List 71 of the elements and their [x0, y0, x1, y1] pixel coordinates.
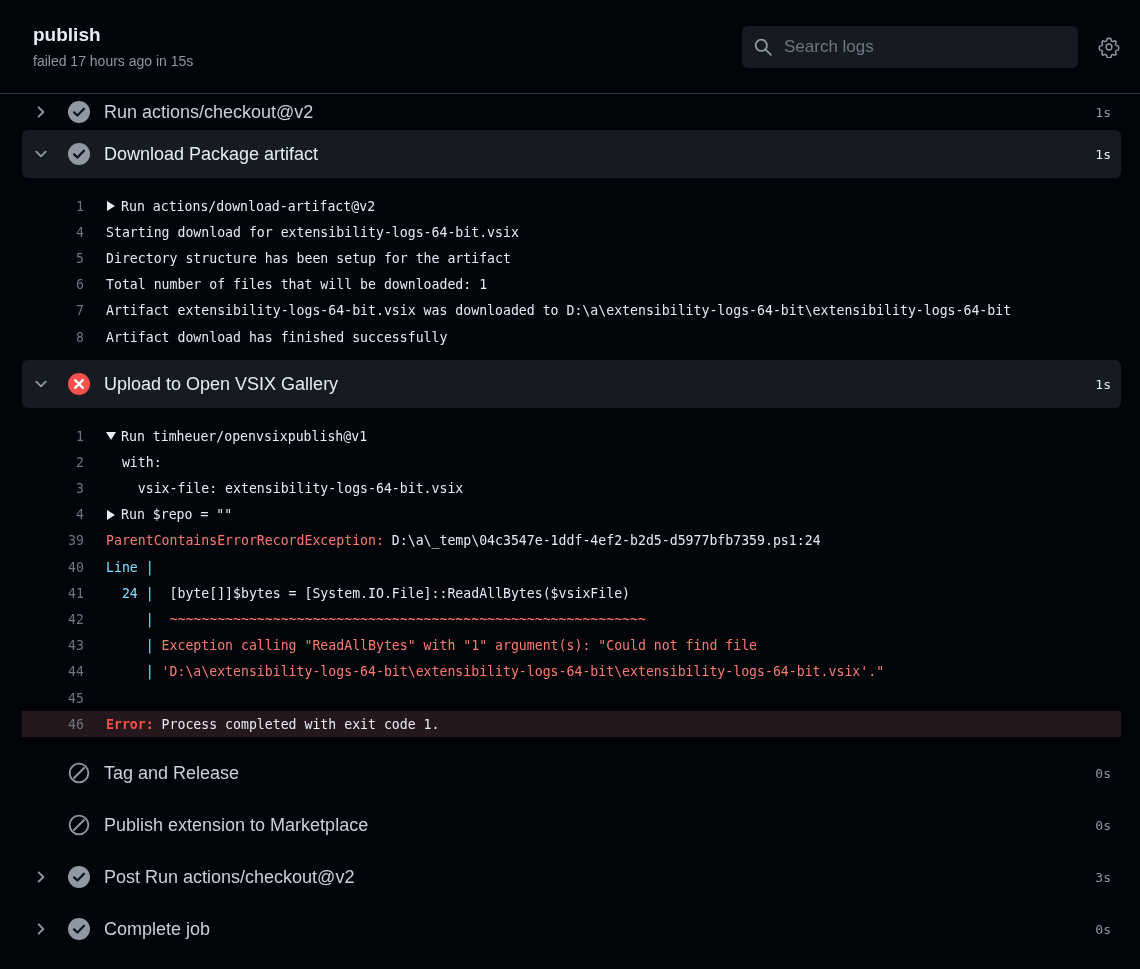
step-duration: 1s [1095, 376, 1111, 392]
line-number: 3 [75, 481, 85, 497]
line-number: 1 [75, 198, 85, 214]
step-name: Tag and Release [104, 762, 241, 784]
step-header[interactable]: Tag and Release 0s [22, 747, 1121, 800]
log-text: with: [120, 454, 162, 470]
skipped-icon [68, 762, 90, 785]
log-text: Line | [106, 559, 154, 575]
settings-icon[interactable] [1098, 35, 1120, 58]
line-number: 40 [67, 559, 85, 575]
check-circle-icon [68, 143, 90, 165]
line-number: 44 [67, 664, 85, 680]
log-text: | ~~~~~~~~~~~~~~~~~~~~~~~~~~~~~~~~~~~~~~~~~~~~~~~~~~~~~~~~~~~~ [144, 612, 646, 628]
step-header[interactable]: Post Run actions/checkout@v2 3s [22, 851, 1121, 904]
step-header[interactable]: Upload to Open VSIX Gallery 1s [22, 360, 1121, 409]
check-circle-icon [68, 101, 90, 123]
step-name: Complete job [104, 918, 212, 940]
step-duration: 3s [1095, 869, 1111, 885]
line-number: 39 [67, 533, 85, 549]
step-name: Publish extension to Marketplace [104, 814, 370, 836]
error-circle-icon [68, 373, 90, 396]
log-text: Error: Process completed with exit code 1. [106, 716, 440, 732]
triangle-icon[interactable] [106, 509, 116, 520]
log-text: Run actions/download-artifact@v2 [121, 198, 376, 214]
log-text: Artifact download has finished successfully [106, 329, 448, 345]
step-header[interactable]: Complete job 0s [22, 903, 1121, 956]
log-text: Starting download for extensibility-logs-64-bit.vsix [106, 224, 519, 240]
line-number: 41 [67, 585, 85, 601]
line-number: 6 [75, 277, 85, 293]
step-name: Run actions/checkout@v2 [104, 101, 315, 123]
job-status-text: failed 17 hours ago in 15s [33, 53, 195, 69]
line-number: 8 [75, 329, 85, 345]
step-duration: 0s [1095, 765, 1111, 781]
step-duration: 0s [1095, 817, 1111, 833]
skipped-icon [68, 814, 90, 837]
step-header[interactable]: Download Package artifact 1s [22, 130, 1121, 178]
log-text: 24 | [byte[]]$bytes = [System.IO.File]::ReadAllBytes($vsixFile) [120, 585, 630, 601]
log-text: Directory structure has been setup for the artifact [106, 250, 511, 266]
log-text: Total number of files that will be downloaded: 1 [106, 277, 488, 293]
step-header[interactable]: Publish extension to Marketplace 0s [22, 799, 1121, 852]
line-number: 7 [75, 303, 85, 319]
triangle-icon[interactable] [106, 201, 116, 212]
line-number: 42 [67, 612, 85, 628]
log-text: Run timheuer/openvsixpublish@v1 [121, 428, 368, 444]
log-text: vsix-file: extensibility-logs-64-bit.vsix [136, 481, 464, 497]
step-duration: 1s [1095, 146, 1111, 162]
line-number: 45 [67, 690, 85, 706]
line-number: 43 [67, 638, 85, 654]
step-name: Download Package artifact [104, 143, 320, 165]
check-circle-icon [68, 866, 90, 889]
triangle-icon[interactable] [106, 431, 116, 442]
line-number: 5 [75, 250, 85, 266]
step-duration: 0s [1095, 921, 1111, 937]
check-circle-icon [68, 918, 90, 941]
search-field[interactable]: Search logs [742, 25, 1078, 68]
log-text: Run $repo = "" [121, 507, 233, 523]
step-name: Upload to Open VSIX Gallery [104, 373, 340, 395]
step-duration: 1s [1095, 104, 1111, 120]
step-name: Post Run actions/checkout@v2 [104, 866, 356, 888]
step-header[interactable]: Run actions/checkout@v2 1s [22, 94, 1121, 130]
log-text: | Exception calling "ReadAllBytes" with "1" argument(s): "Could not find file [144, 638, 758, 654]
search-icon [754, 37, 772, 56]
job-title: publish [33, 24, 102, 46]
line-number: 46 [67, 716, 85, 732]
log-text: | 'D:\a\extensibility-logs-64-bit\extensibility-logs-64-bit\extensibility-logs-64-bit.vsix'." [144, 664, 885, 680]
line-number: 4 [75, 507, 85, 523]
log-text: ParentContainsErrorRecordException: D:\a\_temp\04c3547e-1ddf-4ef2-b2d5-d5977bfb7359.ps1:24 [106, 533, 821, 549]
log-text: Artifact extensibility-logs-64-bit.vsix was downloaded to D:\a\extensibility-logs-64-bit\extensibility-logs-64-bit [106, 303, 1012, 319]
line-number: 4 [75, 224, 85, 240]
line-number: 2 [75, 454, 85, 470]
line-number: 1 [75, 428, 85, 444]
